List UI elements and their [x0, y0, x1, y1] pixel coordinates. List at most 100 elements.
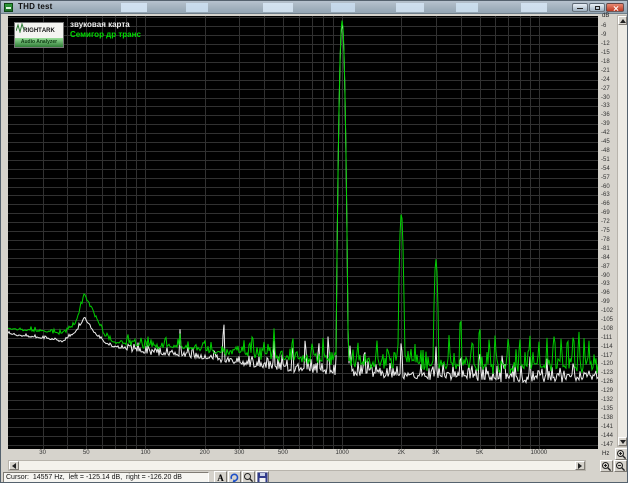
magnifier-plus-icon — [617, 449, 627, 459]
legend: звуковая карта Семигор др транс — [70, 20, 141, 40]
x-tick-label: 10000 — [530, 450, 548, 456]
window-title: THD test — [18, 2, 53, 11]
y-tick-label: -105 — [601, 316, 614, 323]
y-tick-label: -63 — [601, 192, 610, 199]
y-tick-label: -138 — [601, 414, 614, 421]
y-tick-label: -54 — [601, 165, 610, 172]
trace-green — [8, 20, 598, 375]
spectrum-chart — [8, 16, 598, 449]
magnifier-button[interactable] — [242, 471, 255, 482]
x-tick-label: 5K — [475, 450, 484, 456]
arrow-left-icon — [12, 462, 16, 469]
y-tick-label: -45 — [601, 139, 610, 146]
y-tick-label: -18 — [601, 58, 610, 65]
x-tick-label: 2K — [397, 450, 405, 456]
y-axis-labels: -6 -9 -12 -15 -18 -21 -24 -27 -30 -33 -36 -39 -42 -45… — [601, 16, 616, 449]
y-tick-label: -42 — [601, 130, 610, 137]
x-tick-label: 300 — [234, 450, 245, 456]
y-tick-label: -51 — [601, 156, 610, 163]
spectrum-plot[interactable]: RIGHT ARK Audio Analyzer звуковая карта … — [8, 16, 598, 449]
y-tick-label: -24 — [601, 76, 610, 83]
scroll-up-button[interactable] — [618, 16, 627, 25]
y-tick-label: -66 — [601, 201, 610, 208]
x-tick-label: 3K — [432, 450, 440, 456]
maximize-button[interactable] — [589, 3, 605, 12]
scroll-left-button[interactable] — [9, 461, 19, 470]
scroll-down-button[interactable] — [618, 437, 627, 446]
y-tick-label: -87 — [601, 263, 610, 270]
refresh-button[interactable] — [228, 471, 241, 482]
y-tick-label: -39 — [601, 121, 610, 128]
y-tick-label: -108 — [601, 325, 614, 332]
zoom-out-x-button[interactable] — [614, 460, 627, 472]
rightmark-logo: RIGHT ARK Audio Analyzer — [14, 22, 64, 48]
x-axis-labels: 30 50 100 200 300 500 1000 2K 3K 5K 10000 — [8, 450, 598, 459]
arrow-down-icon — [619, 439, 626, 444]
y-tick-label: -114 — [601, 343, 613, 350]
y-tick-label: -27 — [601, 85, 610, 92]
window-controls — [572, 3, 624, 12]
y-tick-label: -12 — [601, 41, 610, 48]
y-tick-label: -123 — [601, 370, 614, 377]
arrow-right-icon — [578, 462, 582, 469]
app-icon — [4, 3, 13, 12]
y-tick-label: -141 — [601, 423, 614, 430]
y-tick-label: -126 — [601, 379, 614, 386]
y-tick-label: -69 — [601, 210, 610, 217]
save-icon — [257, 472, 268, 482]
y-tick-label: -90 — [601, 272, 610, 279]
magnifier-icon — [244, 473, 254, 482]
titlebar[interactable]: THD test — [1, 1, 627, 14]
magnifier-minus-icon — [616, 461, 626, 471]
y-tick-label: -120 — [601, 361, 614, 368]
x-tick-label: 1000 — [335, 450, 349, 456]
magnifier-plus-icon — [602, 461, 612, 471]
x-tick-label: 50 — [82, 450, 90, 456]
scroll-right-button[interactable] — [575, 461, 585, 470]
close-button[interactable] — [606, 3, 624, 12]
maximize-icon — [595, 6, 600, 10]
y-tick-label: -135 — [601, 405, 614, 412]
y-tick-label: -78 — [601, 236, 610, 243]
y-tick-label: -48 — [601, 147, 610, 154]
y-tick-label: -102 — [601, 308, 614, 315]
y-tick-label: -57 — [601, 174, 610, 181]
legend-series-2: Семигор др транс — [70, 30, 141, 39]
font-button[interactable]: A — [214, 471, 227, 482]
x-axis-unit: Hz — [602, 451, 610, 457]
vertical-scrollbar[interactable] — [617, 15, 627, 447]
save-button[interactable] — [256, 471, 269, 482]
zoom-y-button[interactable] — [615, 448, 627, 460]
y-tick-label: -6 — [601, 23, 607, 30]
y-tick-label: -99 — [601, 299, 610, 306]
minimize-button[interactable] — [572, 3, 588, 12]
y-tick-label: -132 — [601, 397, 614, 404]
x-tick-label: 30 — [39, 450, 46, 456]
y-tick-label: -147 — [601, 441, 614, 448]
y-tick-label: -111 — [601, 334, 613, 341]
x-tick-label: 100 — [140, 450, 151, 456]
horizontal-scrollbar[interactable] — [8, 460, 586, 471]
y-tick-label: -93 — [601, 281, 610, 288]
thd-test-window: THD test RIGHT ARK Audio Analyzer звуков… — [0, 0, 628, 483]
y-tick-label: -96 — [601, 290, 610, 297]
trace-white — [8, 23, 598, 385]
zoom-in-x-button[interactable] — [600, 460, 613, 472]
y-tick-label: -84 — [601, 254, 610, 261]
minimize-icon — [577, 8, 583, 9]
y-tick-label: -36 — [601, 112, 610, 119]
y-tick-label: -15 — [601, 50, 610, 57]
x-tick-label: 200 — [199, 450, 210, 456]
y-tick-label: -21 — [601, 67, 610, 74]
cursor-readout: Cursor: 14557 Hz, left = -125.14 dB, rig… — [3, 472, 209, 482]
y-tick-label: -60 — [601, 183, 610, 190]
x-tick-label: 500 — [277, 450, 288, 456]
refresh-icon — [230, 473, 239, 482]
waveform-icon — [16, 23, 24, 33]
y-tick-label: -30 — [601, 94, 610, 101]
rightmark-logo-subtitle: Audio Analyzer — [15, 38, 63, 47]
y-tick-label: -81 — [601, 245, 610, 252]
y-tick-label: -117 — [601, 352, 613, 359]
rightmark-logo-top: RIGHT ARK — [15, 23, 63, 38]
y-tick-label: -33 — [601, 103, 610, 110]
